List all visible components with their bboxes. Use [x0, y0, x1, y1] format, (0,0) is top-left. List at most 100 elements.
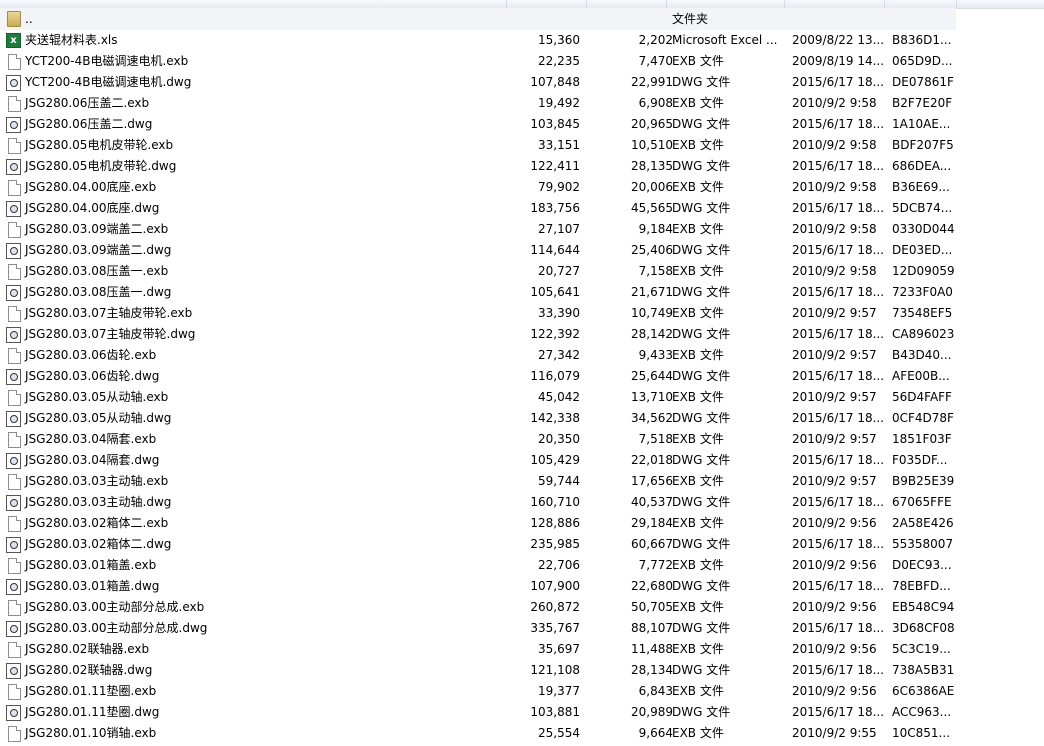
file-row[interactable]: JSG280.03.06齿轮.dwg 116,079 25,644 DWG 文件 201… [0, 366, 1044, 387]
file-row[interactable]: JSG280.03.02箱体二.exb 128,886 29,184 EXB 文件 20… [0, 513, 1044, 534]
file-crc: EB548C94 [892, 600, 954, 614]
column-header-modified[interactable] [784, 0, 885, 8]
dwg-file-icon [6, 327, 21, 343]
file-row[interactable]: JSG280.03.04隔套.dwg 105,429 22,018 DWG 文件 201… [0, 450, 1044, 471]
column-header-name[interactable] [0, 0, 507, 8]
file-packed-size: 29,184 [631, 516, 673, 530]
file-row[interactable]: JSG280.03.09端盖二.dwg 114,644 25,406 DWG 文件 20… [0, 240, 1044, 261]
file-packed-size: 20,989 [631, 705, 673, 719]
file-modified: 2010/9/2 9:57 [792, 348, 877, 362]
file-name: JSG280.02联轴器.exb [25, 642, 150, 656]
file-size: 107,848 [530, 75, 580, 89]
file-modified: 2010/9/2 9:58 [792, 264, 877, 278]
file-row[interactable]: JSG280.03.04隔套.exb 20,350 7,518 EXB 文件 2010/… [0, 429, 1044, 450]
column-header-crc[interactable] [884, 0, 957, 8]
file-type: DWG 文件 [672, 327, 731, 341]
file-name: JSG280.05电机皮带轮.dwg [25, 159, 177, 173]
file-row[interactable]: JSG280.06压盖二.exb 19,492 6,908 EXB 文件 2010/9/… [0, 93, 1044, 114]
file-name: JSG280.06压盖二.dwg [25, 117, 153, 131]
file-row[interactable]: JSG280.03.01箱盖.dwg 107,900 22,680 DWG 文件 201… [0, 576, 1044, 597]
file-row[interactable]: JSG280.03.00主动部分总成.exb 260,872 50,705 EXB 文… [0, 597, 1044, 618]
dwg-file-icon [6, 705, 21, 721]
file-crc: 73548EF5 [892, 306, 953, 320]
file-row[interactable]: JSG280.03.00主动部分总成.dwg 335,767 88,107 DWG 文… [0, 618, 1044, 639]
file-packed-size: 7,518 [638, 432, 673, 446]
exb-file-icon [8, 432, 21, 448]
file-packed-size: 25,406 [631, 243, 673, 257]
file-modified: 2015/6/17 18... [792, 663, 884, 677]
file-row[interactable]: YCT200-4B电磁调速电机.dwg 107,848 22,991 DWG 文件 20… [0, 72, 1044, 93]
file-row[interactable]: JSG280.04.00底座.exb 79,902 20,006 EXB 文件 2010… [0, 177, 1044, 198]
parent-folder-row[interactable]: .. 文件夹 [0, 8, 1044, 30]
file-row[interactable]: JSG280.03.01箱盖.exb 22,706 7,772 EXB 文件 2010/… [0, 555, 1044, 576]
file-size: 20,727 [538, 264, 580, 278]
file-packed-size: 7,470 [638, 54, 673, 68]
file-size: 122,392 [530, 327, 580, 341]
file-row[interactable]: JSG280.03.08压盖一.dwg 105,641 21,671 DWG 文件 20… [0, 282, 1044, 303]
file-name: JSG280.06压盖二.exb [25, 96, 150, 110]
file-row[interactable]: JSG280.03.06齿轮.exb 27,342 9,433 EXB 文件 2010/… [0, 345, 1044, 366]
file-modified: 2009/8/22 13... [792, 33, 884, 47]
dwg-file-icon [6, 285, 21, 301]
file-crc: 5C3C19... [892, 642, 951, 656]
file-packed-size: 20,965 [631, 117, 673, 131]
file-row[interactable]: JSG280.01.11垫圈.dwg 103,881 20,989 DWG 文件 201… [0, 702, 1044, 723]
file-modified: 2010/9/2 9:56 [792, 516, 877, 530]
file-type: EXB 文件 [672, 558, 724, 572]
file-type: DWG 文件 [672, 663, 731, 677]
file-modified: 2010/9/2 9:56 [792, 600, 877, 614]
file-row[interactable]: JSG280.01.11垫圈.exb 19,377 6,843 EXB 文件 2010/… [0, 681, 1044, 702]
file-packed-size: 11,488 [631, 642, 673, 656]
file-crc: 12D09059 [892, 264, 954, 278]
file-row[interactable]: JSG280.01.10销轴.exb 25,554 9,664 EXB 文件 2010/… [0, 723, 1044, 744]
column-header-size[interactable] [506, 0, 587, 8]
dwg-file-icon [6, 201, 21, 217]
file-name: JSG280.03.01箱盖.dwg [25, 579, 160, 593]
file-size: 107,900 [530, 579, 580, 593]
file-row[interactable]: JSG280.03.03主动轴.exb 59,744 17,656 EXB 文件 201… [0, 471, 1044, 492]
file-crc: 5DCB74... [892, 201, 953, 215]
file-crc: B2F7E20F [892, 96, 953, 110]
file-packed-size: 25,644 [631, 369, 673, 383]
file-packed-size: 22,018 [631, 453, 673, 467]
file-row[interactable]: JSG280.03.02箱体二.dwg 235,985 60,667 DWG 文件 20… [0, 534, 1044, 555]
exb-file-icon [8, 390, 21, 406]
file-type: EXB 文件 [672, 96, 724, 110]
column-header-packed-size[interactable] [586, 0, 667, 8]
file-type: DWG 文件 [672, 159, 731, 173]
file-crc: 738A5B31 [892, 663, 954, 677]
file-modified: 2010/9/2 9:56 [792, 684, 877, 698]
file-size: 22,235 [538, 54, 580, 68]
file-row[interactable]: JSG280.03.07主轴皮带轮.dwg 122,392 28,142 DWG 文件… [0, 324, 1044, 345]
file-row[interactable]: JSG280.06压盖二.dwg 103,845 20,965 DWG 文件 2015/… [0, 114, 1044, 135]
file-row[interactable]: JSG280.03.09端盖二.exb 27,107 9,184 EXB 文件 2010… [0, 219, 1044, 240]
dwg-file-icon [6, 453, 21, 469]
file-row[interactable]: JSG280.03.03主动轴.dwg 160,710 40,537 DWG 文件 20… [0, 492, 1044, 513]
file-row[interactable]: JSG280.05电机皮带轮.exb 33,151 10,510 EXB 文件 2010… [0, 135, 1044, 156]
exb-file-icon [8, 180, 21, 196]
file-type: DWG 文件 [672, 411, 731, 425]
exb-file-icon [8, 516, 21, 532]
file-row[interactable]: JSG280.02联轴器.exb 35,697 11,488 EXB 文件 2010/9… [0, 639, 1044, 660]
file-type: DWG 文件 [672, 285, 731, 299]
file-size: 260,872 [530, 600, 580, 614]
file-crc: 78EBFD... [892, 579, 951, 593]
column-header-type[interactable] [666, 0, 785, 8]
file-row[interactable]: x 夹送辊材料表.xls 15,360 2,202 Microsoft Excel ..… [0, 30, 1044, 51]
file-name: JSG280.03.07主轴皮带轮.dwg [25, 327, 196, 341]
file-size: 27,107 [538, 222, 580, 236]
file-type: EXB 文件 [672, 474, 724, 488]
file-row[interactable]: JSG280.05电机皮带轮.dwg 122,411 28,135 DWG 文件 201… [0, 156, 1044, 177]
file-row[interactable]: YCT200-4B电磁调速电机.exb 22,235 7,470 EXB 文件 2009… [0, 51, 1044, 72]
file-name: JSG280.01.11垫圈.dwg [25, 705, 160, 719]
file-row[interactable]: JSG280.04.00底座.dwg 183,756 45,565 DWG 文件 201… [0, 198, 1044, 219]
file-modified: 2015/6/17 18... [792, 411, 884, 425]
file-packed-size: 22,680 [631, 579, 673, 593]
file-row[interactable]: JSG280.03.05从动轴.exb 45,042 13,710 EXB 文件 201… [0, 387, 1044, 408]
file-row[interactable]: JSG280.03.07主轴皮带轮.exb 33,390 10,749 EXB 文件 2… [0, 303, 1044, 324]
file-packed-size: 50,705 [631, 600, 673, 614]
file-row[interactable]: JSG280.02联轴器.dwg 121,108 28,134 DWG 文件 2015/… [0, 660, 1044, 681]
file-modified: 2010/9/2 9:58 [792, 222, 877, 236]
file-row[interactable]: JSG280.03.08压盖一.exb 20,727 7,158 EXB 文件 2010… [0, 261, 1044, 282]
file-row[interactable]: JSG280.03.05从动轴.dwg 142,338 34,562 DWG 文件 20… [0, 408, 1044, 429]
